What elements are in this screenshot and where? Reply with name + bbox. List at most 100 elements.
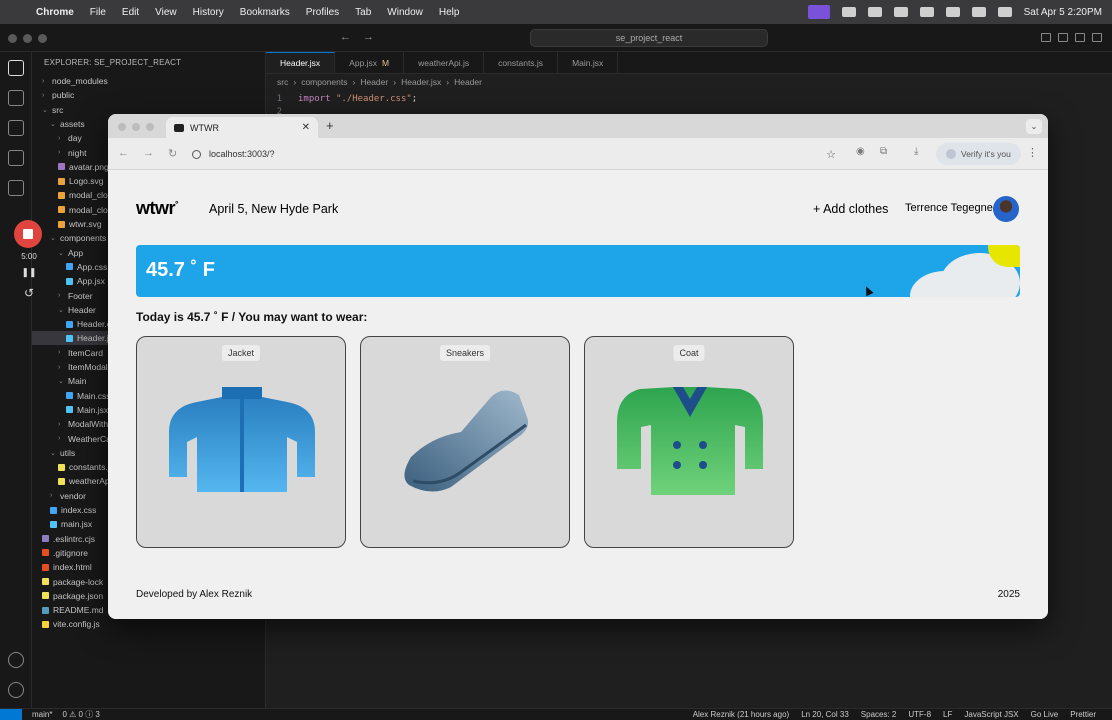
menubar-clock[interactable]: Sat Apr 5 2:20PM [1024,7,1102,18]
control-center-icon[interactable] [997,7,1012,17]
restart-icon[interactable]: ↺ [14,286,44,300]
tab-constants-js[interactable]: constants.js [484,52,559,73]
tab-search-icon[interactable]: ⌄ [1026,119,1042,134]
close-tab-icon[interactable]: ✕ [302,122,310,133]
new-tab-button[interactable]: + [326,118,334,133]
layout-controls [1041,33,1102,42]
address-bar[interactable]: localhost:3003/? ☆ [182,143,842,165]
tree-item-label: modal_clos [69,204,112,215]
encoding[interactable]: UTF-8 [908,710,931,719]
spotlight-icon[interactable] [971,7,986,17]
git-blame[interactable]: Alex Reznik (21 hours ago) [693,710,790,719]
layout-icon-2[interactable] [1058,33,1068,42]
menu-edit[interactable]: Edit [122,7,139,18]
menu-profiles[interactable]: Profiles [306,7,339,18]
line-endings[interactable]: LF [943,710,952,719]
menu-bookmarks[interactable]: Bookmarks [240,7,290,18]
tab-main-jsx[interactable]: Main.jsx [558,52,619,73]
screen-record-icon[interactable] [807,5,830,19]
file-type-icon [42,563,49,571]
go-live[interactable]: Go Live [1031,710,1059,719]
chrome-close-button[interactable] [118,123,126,131]
download-icon[interactable]: ⤓ [914,146,918,157]
remote-indicator[interactable] [0,708,22,720]
status-icon-2[interactable] [867,7,882,17]
prettier[interactable]: Prettier [1070,710,1096,719]
item-card-sneakers[interactable]: Sneakers [360,336,570,548]
tree-item-label: index.html [53,562,92,573]
breadcrumb-item[interactable]: src [277,77,288,87]
menu-view[interactable]: View [155,7,177,18]
apple-icon[interactable] [10,5,24,19]
tab-weatherapi-js[interactable]: weatherApi.js [404,52,485,73]
account-icon[interactable] [8,652,24,668]
back-arrow-icon[interactable]: ← [340,31,351,43]
problems-count[interactable]: 0 ⚠ 0 ⓘ 3 [62,709,99,720]
item-card-label: Jacket [221,345,261,361]
status-icon-3[interactable] [893,7,908,17]
breadcrumb-item[interactable]: Header [454,77,482,87]
explorer-icon[interactable] [8,60,24,76]
file-type-icon [58,163,65,171]
tree-item[interactable]: vite.config.js [32,617,265,631]
tab-app-jsx[interactable]: App.jsx M [335,52,405,73]
settings-gear-icon[interactable] [8,682,24,698]
zoom-window-button[interactable] [38,34,47,43]
tree-item[interactable]: › node_modules [32,74,265,88]
wtwr-logo[interactable]: wtwr° [136,198,179,219]
add-clothes-button[interactable]: + Add clothes [813,202,888,216]
menu-tab[interactable]: Tab [355,7,371,18]
breadcrumb-item[interactable]: components [301,77,347,87]
item-card-coat[interactable]: Coat [584,336,794,548]
forward-icon[interactable]: → [143,147,154,160]
pause-icon[interactable]: ❚❚ [14,267,44,278]
language-mode[interactable]: JavaScript JSX [964,710,1018,719]
run-debug-icon[interactable] [8,150,24,166]
extensions-icon[interactable] [8,180,24,196]
menu-app-name[interactable]: Chrome [36,7,74,18]
verify-identity-button[interactable]: Verify it's you [936,143,1021,165]
menu-file[interactable]: File [90,7,106,18]
command-center[interactable]: se_project_react [530,29,768,47]
chrome-zoom-button[interactable] [146,123,154,131]
search-icon[interactable] [8,90,24,106]
stop-recording-button[interactable] [14,220,42,248]
forward-arrow-icon[interactable]: → [363,31,374,43]
tree-item-label: App.css [77,261,108,272]
layout-icon-3[interactable] [1075,33,1085,42]
browser-tab[interactable]: WTWR ✕ [166,117,318,138]
breadcrumb-item[interactable]: Header.jsx [401,77,441,87]
breadcrumb-sep: › [446,77,450,87]
menu-window[interactable]: Window [387,7,423,18]
tree-item[interactable]: › public [32,88,265,102]
close-window-button[interactable] [8,34,17,43]
file-type-icon [42,549,49,557]
layout-icon-1[interactable] [1041,33,1051,42]
extension-icon[interactable]: ◉ [856,146,865,157]
breadcrumb-item[interactable]: Header [360,77,388,87]
site-info-icon[interactable] [192,149,201,159]
tab-header-jsx[interactable]: Header.jsx [266,52,336,73]
source-control-icon[interactable] [8,120,24,136]
code-line[interactable]: 1 import "./Header.css"; [266,94,418,104]
chrome-menu-icon[interactable]: ⋮ [1027,146,1038,159]
minimize-window-button[interactable] [23,34,32,43]
menu-help[interactable]: Help [439,7,460,18]
reload-icon[interactable]: ↻ [168,147,177,160]
status-icon-1[interactable] [841,7,856,17]
back-icon[interactable]: ← [118,147,129,160]
chrome-minimize-button[interactable] [132,123,140,131]
cursor-position[interactable]: Ln 20, Col 33 [801,710,849,719]
tree-item-label: avatar.png [69,161,109,172]
wifi-icon[interactable] [945,7,960,17]
tree-item-label: ItemCard [68,347,103,358]
layout-icon-4[interactable] [1092,33,1102,42]
indentation[interactable]: Spaces: 2 [861,710,897,719]
bookmark-star-icon[interactable]: ☆ [826,148,836,161]
extensions-puzzle-icon[interactable]: ⧉ [880,146,887,157]
file-type-icon [58,206,65,214]
git-branch[interactable]: main* [32,710,52,719]
battery-icon[interactable] [919,7,934,17]
item-card-jacket[interactable]: Jacket [136,336,346,548]
menu-history[interactable]: History [193,7,224,18]
